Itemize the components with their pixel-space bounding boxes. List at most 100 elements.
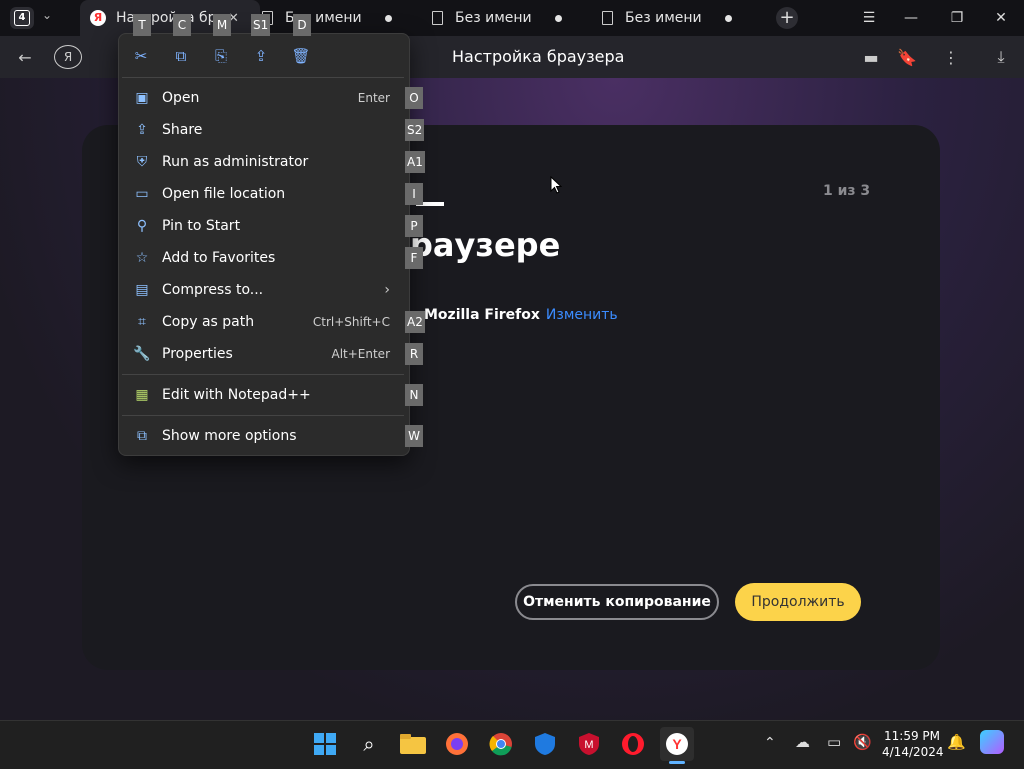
- access-key: T: [133, 14, 151, 36]
- clock-time: 11:59 PM: [884, 729, 940, 743]
- page-heading: раузере: [410, 226, 561, 264]
- tab-2[interactable]: Без имени: [262, 0, 412, 36]
- tab-3[interactable]: Без имени: [432, 0, 582, 36]
- cancel-copy-button[interactable]: Отменить копирование: [515, 584, 719, 620]
- chevron-up-icon[interactable]: ⌃: [764, 735, 776, 751]
- reader-icon[interactable]: ▬: [858, 44, 884, 70]
- mouse-cursor-icon: [550, 176, 562, 194]
- chrome-icon[interactable]: [484, 727, 518, 761]
- rename-icon[interactable]: ⎘: [209, 46, 233, 66]
- notepad-icon: ▦: [135, 387, 149, 403]
- windows-start-icon[interactable]: [308, 727, 342, 761]
- menu-item-pin-to-start[interactable]: ⚲ Pin to Start: [122, 211, 404, 241]
- menu-item-add-to-favorites[interactable]: ☆ Add to Favorites: [122, 243, 404, 273]
- unsaved-dot-icon: [385, 14, 392, 22]
- network-icon[interactable]: ▭: [827, 733, 841, 751]
- import-source-line: Mozilla Firefox Изменить: [424, 307, 618, 323]
- yandex-logo-icon[interactable]: Я: [54, 45, 82, 69]
- pin-icon: ⚲: [136, 218, 148, 234]
- path-icon: ⌗: [138, 314, 146, 330]
- tab-count: 4: [14, 10, 30, 26]
- opera-icon[interactable]: [616, 727, 650, 761]
- tab-4[interactable]: Без имени: [602, 0, 752, 36]
- folder-icon: ▭: [135, 186, 149, 202]
- access-key: W: [405, 425, 423, 447]
- share-icon[interactable]: ⇪: [249, 46, 273, 66]
- svg-text:M: M: [584, 739, 593, 751]
- change-link[interactable]: Изменить: [546, 307, 618, 323]
- access-key: F: [405, 247, 423, 269]
- access-key: P: [405, 215, 423, 237]
- minimize-icon[interactable]: —: [888, 0, 934, 36]
- cloud-offline-icon[interactable]: ☁: [795, 733, 810, 751]
- unsaved-dot-icon: [555, 14, 562, 22]
- access-key: R: [405, 343, 423, 365]
- clock-date: 4/14/2024: [882, 745, 944, 759]
- access-key: A1: [405, 151, 425, 173]
- access-key: D: [293, 14, 311, 36]
- tab-label: Без имени: [625, 10, 702, 26]
- tab-label: Без имени: [455, 10, 532, 26]
- menu-item-properties[interactable]: 🔧 Properties Alt+Enter: [122, 339, 404, 369]
- cut-icon[interactable]: ✂: [129, 46, 153, 66]
- import-source: Mozilla Firefox: [424, 307, 540, 323]
- window-close-icon[interactable]: ✕: [978, 0, 1024, 36]
- svg-text:Y: Y: [672, 736, 682, 752]
- address-bar-title[interactable]: Настройка браузера: [452, 47, 624, 66]
- notification-bell-icon[interactable]: 🔔: [947, 733, 966, 751]
- menu-item-compress[interactable]: ▤ Compress to... ›: [122, 275, 404, 305]
- access-key: O: [405, 87, 423, 109]
- menu-item-run-as-admin[interactable]: ⛨ Run as administrator: [122, 147, 404, 177]
- defender-shield-icon[interactable]: [528, 727, 562, 761]
- access-key: A2: [405, 311, 425, 333]
- copilot-icon[interactable]: [980, 730, 1004, 754]
- access-key: I: [405, 183, 423, 205]
- access-key: S2: [405, 119, 425, 141]
- back-icon[interactable]: ←: [12, 44, 38, 70]
- wrench-icon: 🔧: [133, 346, 151, 362]
- share-icon: ⇪: [136, 122, 148, 138]
- tab-active[interactable]: Я Настройка браузера ✕: [80, 0, 260, 36]
- menu-item-open-file-location[interactable]: ▭ Open file location: [122, 179, 404, 209]
- menu-item-edit-notepadpp[interactable]: ▦ Edit with Notepad++: [122, 380, 404, 410]
- menu-icon[interactable]: ☰: [846, 0, 892, 36]
- star-icon: ☆: [135, 250, 149, 266]
- new-tab-icon[interactable]: +: [776, 7, 798, 29]
- menu-divider: [122, 374, 404, 375]
- document-icon: [602, 11, 613, 25]
- search-icon[interactable]: ⌕: [352, 727, 386, 761]
- menu-item-share[interactable]: ⇪ Share: [122, 115, 404, 145]
- menu-item-show-more-options[interactable]: ⧉ Show more options: [122, 421, 404, 451]
- more-options-icon: ⧉: [137, 428, 147, 444]
- access-key: C: [173, 14, 191, 36]
- copy-icon[interactable]: ⧉: [169, 46, 193, 66]
- open-icon: ▣: [135, 90, 149, 106]
- tab-count-button[interactable]: 4: [10, 7, 34, 29]
- more-icon[interactable]: ⋮: [938, 44, 964, 70]
- step-counter: 1 из 3: [823, 183, 871, 199]
- volume-mute-icon[interactable]: 🔇: [853, 733, 872, 751]
- menu-item-open[interactable]: ▣ Open Enter: [122, 83, 404, 113]
- active-app-indicator: [669, 761, 685, 764]
- file-explorer-icon[interactable]: [396, 727, 430, 761]
- restore-icon[interactable]: ❐: [934, 0, 980, 36]
- unsaved-dot-icon: [725, 14, 732, 22]
- document-icon: [432, 11, 443, 25]
- shield-icon: ⛨: [136, 154, 148, 170]
- access-key: N: [405, 384, 423, 406]
- bookmark-icon[interactable]: 🔖: [894, 44, 920, 70]
- download-icon[interactable]: ⤓: [988, 44, 1014, 70]
- archive-icon: ▤: [135, 282, 149, 298]
- menu-divider: [122, 415, 404, 416]
- access-key: M: [213, 14, 231, 36]
- yandex-browser-icon[interactable]: Y: [660, 727, 694, 761]
- delete-icon[interactable]: 🗑: [289, 46, 313, 66]
- chevron-down-icon[interactable]: ⌄: [42, 8, 52, 22]
- chevron-right-icon: ›: [384, 282, 390, 298]
- continue-button[interactable]: Продолжить: [735, 583, 861, 621]
- menu-item-copy-as-path[interactable]: ⌗ Copy as path Ctrl+Shift+C: [122, 307, 404, 337]
- access-key: S1: [251, 14, 271, 36]
- firefox-icon[interactable]: [440, 727, 474, 761]
- system-clock[interactable]: 11:59 PM 4/14/2024: [882, 728, 944, 760]
- mcafee-icon[interactable]: M: [572, 727, 606, 761]
